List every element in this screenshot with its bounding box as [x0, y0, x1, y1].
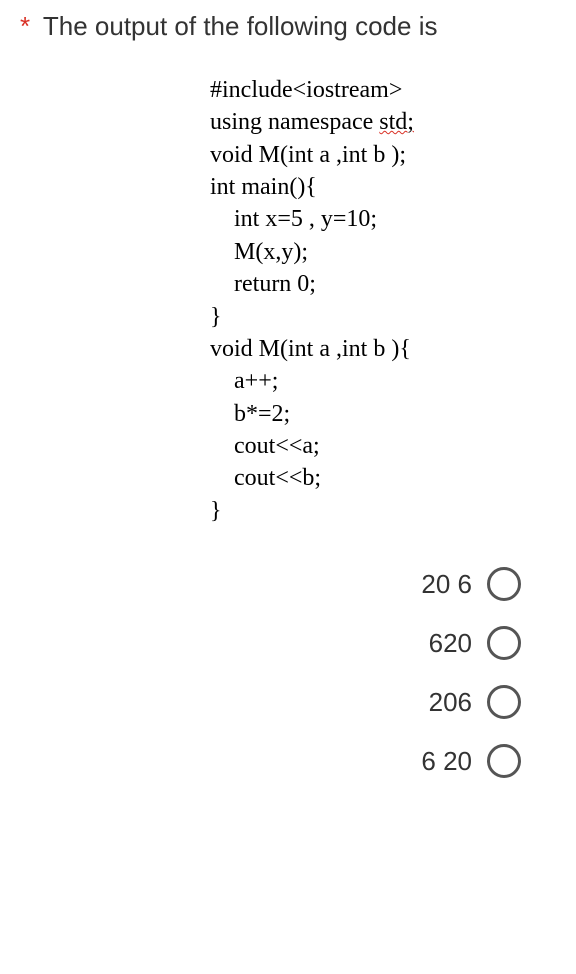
option-row[interactable]: 20 6: [421, 567, 521, 601]
option-label: 6 20: [421, 746, 472, 777]
code-line: cout<<b;: [210, 462, 556, 494]
code-line: b*=2;: [210, 398, 556, 430]
code-line: using namespace std;: [210, 106, 556, 138]
code-line: int x=5 , y=10;: [210, 203, 556, 235]
radio-button[interactable]: [487, 685, 521, 719]
option-label: 206: [429, 687, 472, 718]
code-line: }: [210, 301, 556, 333]
radio-button[interactable]: [487, 744, 521, 778]
option-row[interactable]: 6 20: [421, 744, 521, 778]
code-line: M(x,y);: [210, 236, 556, 268]
code-line: void M(int a ,int b ){: [210, 333, 556, 365]
code-block: #include<iostream> using namespace std; …: [210, 74, 556, 527]
code-line: a++;: [210, 365, 556, 397]
code-line: return 0;: [210, 268, 556, 300]
option-row[interactable]: 620: [429, 626, 521, 660]
option-label: 20 6: [421, 569, 472, 600]
code-line: int main(){: [210, 171, 556, 203]
question-text: The output of the following code is: [43, 11, 438, 41]
required-asterisk: *: [20, 11, 30, 41]
question-header: * The output of the following code is: [20, 10, 556, 44]
radio-button[interactable]: [487, 626, 521, 660]
radio-button[interactable]: [487, 567, 521, 601]
code-line: void M(int a ,int b );: [210, 139, 556, 171]
code-line: }: [210, 495, 556, 527]
code-line: cout<<a;: [210, 430, 556, 462]
options-container: 20 6 620 206 6 20: [20, 567, 556, 778]
code-line: #include<iostream>: [210, 74, 556, 106]
wavy-underline-text: std;: [379, 109, 414, 135]
option-row[interactable]: 206: [429, 685, 521, 719]
option-label: 620: [429, 628, 472, 659]
